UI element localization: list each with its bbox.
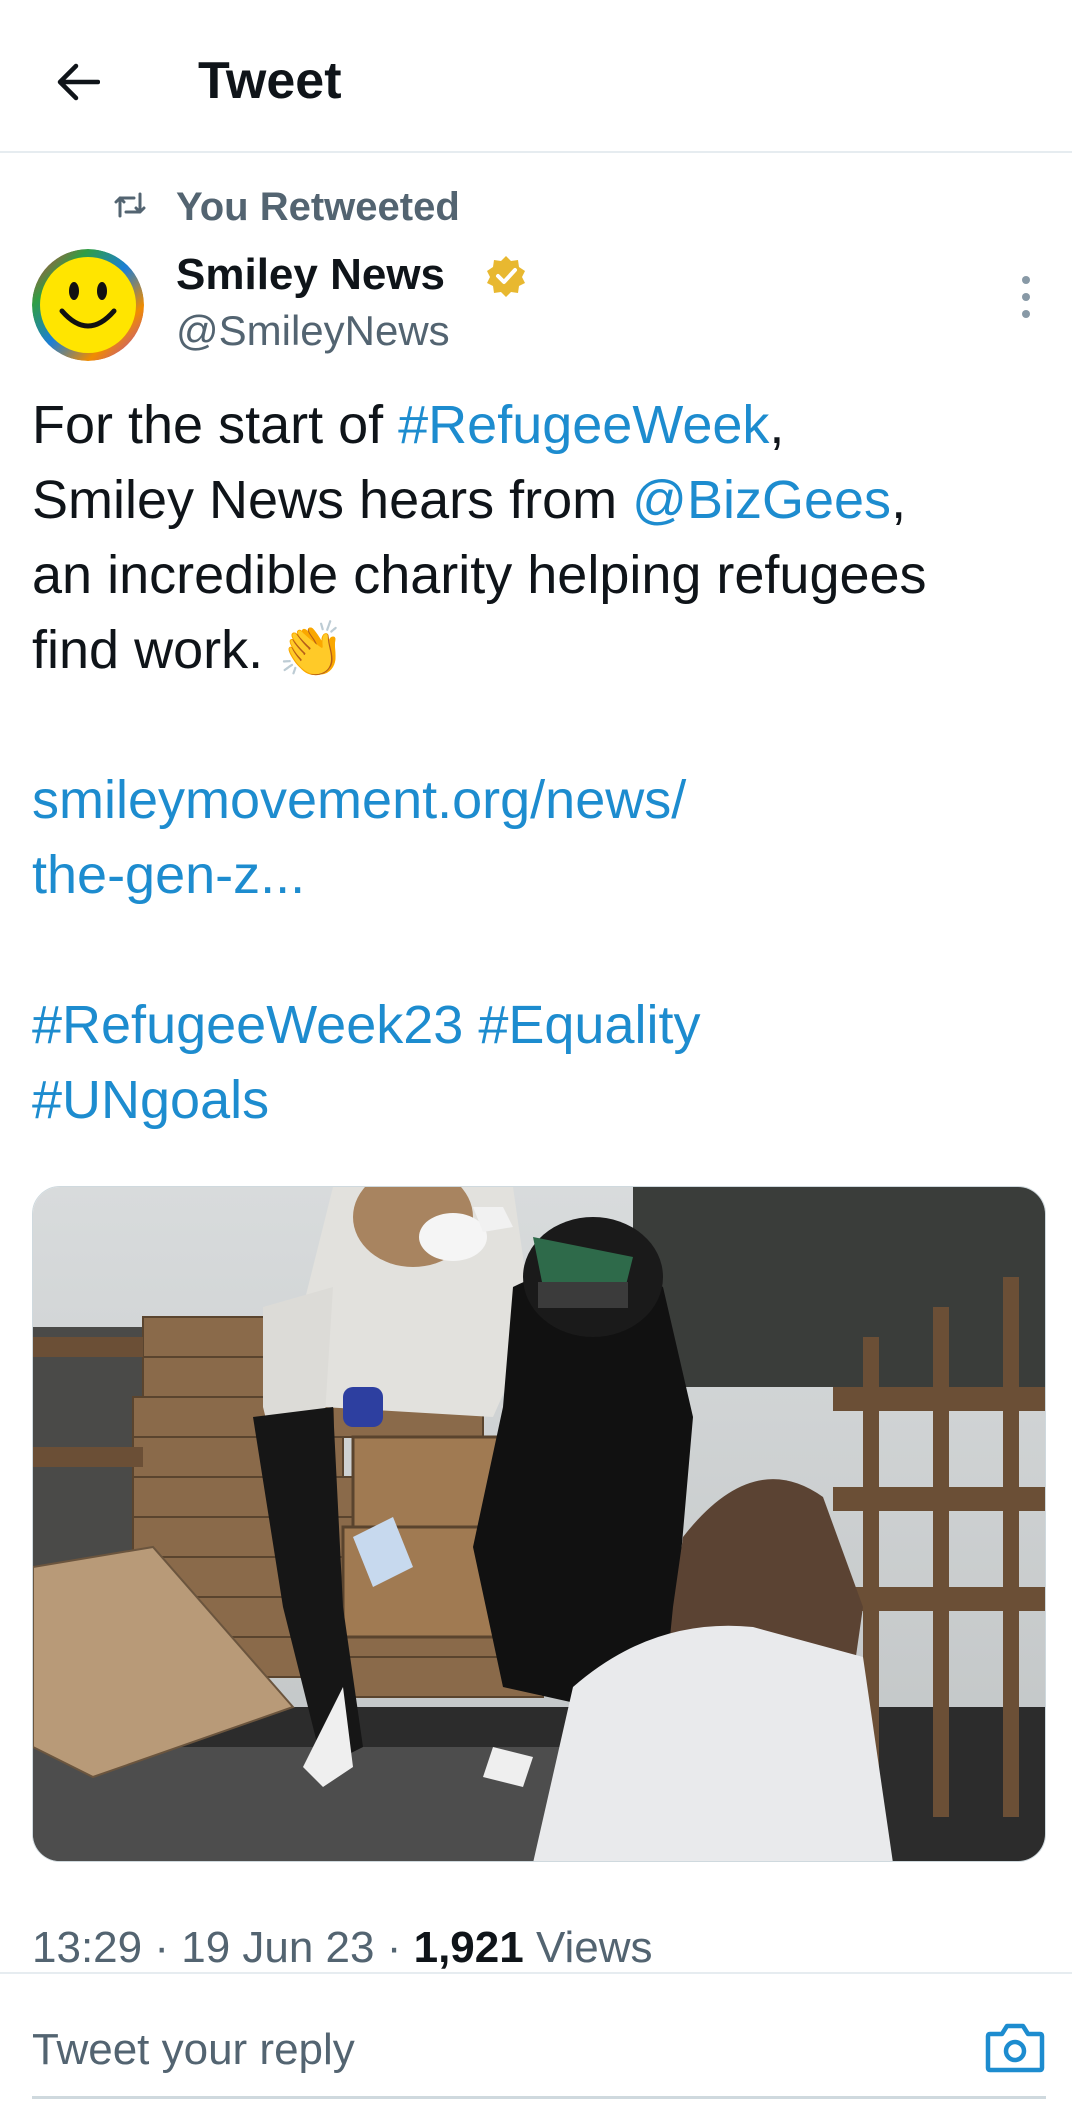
hashtag-ungoals[interactable]: #UNgoals [32, 1070, 269, 1130]
clapping-hands-emoji: 👏 [278, 620, 346, 680]
retweet-icon [114, 192, 146, 218]
retweet-label: You Retweeted [176, 185, 460, 229]
author-name[interactable]: Smiley News [176, 248, 445, 302]
back-button[interactable] [44, 48, 112, 116]
more-options-button[interactable] [1006, 272, 1046, 322]
avatar[interactable] [32, 249, 144, 361]
reply-underline [32, 2096, 1046, 2099]
photo-volunteers-unloading-boxes [33, 1187, 1045, 1861]
tweet-line-1: For the start of #RefugeeWeek, [32, 388, 1042, 463]
hashtag-refugeeweek23[interactable]: #RefugeeWeek23 [32, 995, 463, 1055]
mention-bizgees[interactable]: @BizGees [632, 470, 891, 530]
hashtag-line-1: #RefugeeWeek23 #Equality [32, 988, 1042, 1063]
meta-separator: · [374, 1923, 414, 1972]
camera-button[interactable] [984, 2020, 1046, 2076]
divider [0, 1972, 1072, 1974]
tweet-metadata: 13:29 · 19 Jun 23 · 1,921 Views [32, 1918, 653, 1978]
tweet-text-segment: find work. [32, 620, 279, 680]
verified-badge-icon [487, 256, 525, 297]
hashtag-refugeeweek[interactable]: #RefugeeWeek [398, 395, 769, 455]
meta-separator: · [142, 1923, 182, 1972]
tweet-line-4: find work. 👏 [32, 613, 1042, 688]
top-bar: Tweet [0, 0, 1072, 153]
hashtag-line-2: #UNgoals [32, 1063, 1042, 1138]
hashtag-equality[interactable]: #Equality [478, 995, 700, 1055]
views-count[interactable]: 1,921 [414, 1923, 524, 1972]
tweet-line-2: Smiley News hears from @BizGees, [32, 463, 1042, 538]
tweet-time: 13:29 [32, 1923, 143, 1972]
tweet-line-3: an incredible charity helping refugees [32, 545, 927, 605]
page-title: Tweet [198, 52, 342, 110]
retweet-indicator [112, 180, 148, 230]
camera-icon [985, 2023, 1045, 2073]
tweet-text-segment: , [891, 470, 907, 530]
tweet-text: For the start of #RefugeeWeek, Smiley Ne… [32, 388, 1042, 1138]
article-link-line-1[interactable]: smileymovement.org/news/ [32, 763, 1042, 838]
smiley-face-icon [32, 249, 144, 361]
tweet-date: 19 Jun 23 [181, 1923, 375, 1972]
views-label[interactable]: Views [524, 1923, 653, 1972]
reply-input[interactable] [32, 2018, 932, 2082]
arrow-left-icon [57, 63, 100, 101]
tweet-text-segment: , [769, 395, 785, 455]
tweet-text-segment: For the start of [32, 395, 399, 455]
more-vertical-icon [1022, 276, 1030, 318]
author-handle[interactable]: @SmileyNews [176, 305, 450, 357]
article-link-line-2[interactable]: the-gen-z... [32, 838, 1042, 913]
tweet-text-segment: Smiley News hears from [32, 470, 633, 530]
tweet-photo[interactable] [32, 1186, 1046, 1862]
